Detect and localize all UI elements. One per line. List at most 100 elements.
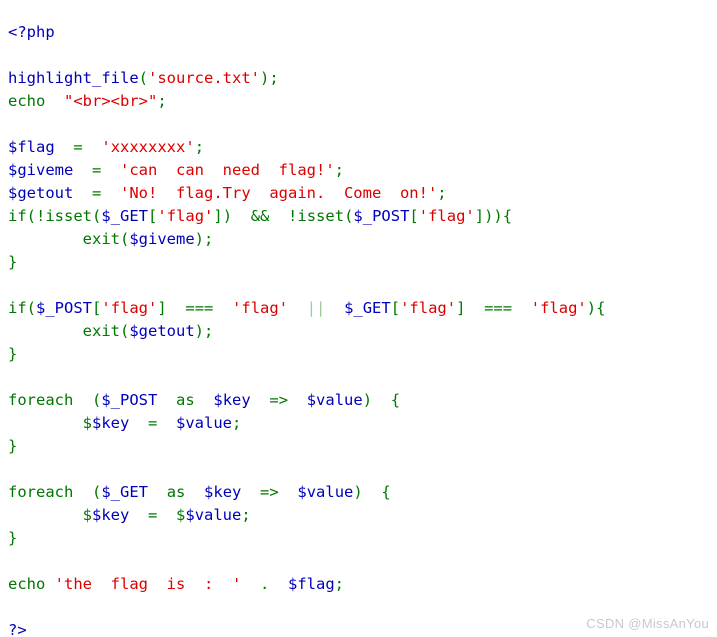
- code-token: (: [344, 206, 354, 225]
- code-token: if: [8, 298, 27, 317]
- code-token: exit: [82, 321, 120, 340]
- code-token: 'No! flag.Try again. Come on!': [120, 183, 438, 202]
- code-token: 'flag': [418, 206, 475, 225]
- code-token: isset: [45, 206, 93, 225]
- code-token: ?>: [8, 620, 27, 637]
- code-token: $value: [297, 482, 354, 501]
- code-token: $value: [306, 390, 363, 409]
- code-token: $_POST: [353, 206, 410, 225]
- code-token: $_GET: [101, 206, 149, 225]
- code-token: ;: [232, 413, 242, 432]
- code-token: 'flag': [157, 206, 214, 225]
- code-token: ;: [269, 68, 279, 87]
- code-token: 'flag': [400, 298, 457, 317]
- php-code-listing: <?php highlight_file('source.txt'); echo …: [8, 21, 605, 637]
- code-token: $getout: [129, 321, 195, 340]
- code-token: echo: [8, 574, 46, 593]
- code-token: );: [194, 229, 214, 248]
- code-line: highlight_file('source.txt');: [8, 67, 605, 90]
- code-token: $key: [213, 390, 251, 409]
- code-token: as: [166, 482, 186, 501]
- code-token: =: [92, 160, 102, 179]
- code-token: $key: [92, 413, 130, 432]
- code-token: =: [148, 413, 158, 432]
- code-token: [: [409, 206, 419, 225]
- code-token: foreach: [8, 482, 74, 501]
- code-line: if(!isset($_GET['flag']) && !isset($_POS…: [8, 205, 605, 228]
- code-line: exit($getout);: [8, 320, 605, 343]
- code-token: (: [92, 482, 102, 501]
- code-token: {: [381, 482, 391, 501]
- csdn-watermark: CSDN @MissAnYou: [586, 616, 709, 631]
- php-source-page: <?php highlight_file('source.txt'); echo …: [0, 0, 717, 637]
- code-token: (: [26, 298, 37, 317]
- code-line: if($_POST['flag'] === 'flag' || $_GET['f…: [8, 297, 605, 320]
- code-token: =>: [260, 482, 279, 501]
- code-token: 'flag': [101, 298, 158, 317]
- code-token: ]): [213, 206, 233, 225]
- code-token: highlight_file: [8, 68, 139, 87]
- code-token: foreach: [8, 390, 74, 409]
- code-line: $$key = $value;: [8, 412, 605, 435]
- code-token: $_GET: [344, 298, 391, 317]
- code-token: ;: [241, 505, 251, 524]
- code-token: {: [390, 390, 401, 409]
- code-token: $value: [185, 505, 242, 524]
- code-token: ||: [306, 298, 326, 317]
- code-line: $getout = 'No! flag.Try again. Come on!'…: [8, 182, 605, 205]
- code-token: ;: [194, 137, 205, 156]
- code-token: as: [176, 390, 195, 409]
- code-line: }: [8, 251, 605, 274]
- code-token: 'xxxxxxxx': [101, 137, 195, 156]
- code-token: 'source.txt': [148, 68, 260, 87]
- code-token: !: [269, 206, 298, 225]
- code-token: (: [119, 229, 130, 248]
- code-token: &&: [250, 206, 270, 225]
- code-token: =>: [269, 390, 289, 409]
- code-line: exit($giveme);: [8, 228, 605, 251]
- code-token: $: [82, 413, 92, 432]
- code-token: $key: [92, 505, 130, 524]
- code-token: (: [119, 321, 130, 340]
- code-line: ?>: [8, 619, 605, 637]
- code-line: $flag = 'xxxxxxxx';: [8, 136, 605, 159]
- code-token: ){: [586, 298, 606, 317]
- code-token: exit: [82, 229, 120, 248]
- code-token: ;: [157, 91, 167, 110]
- code-token: ]: [157, 298, 167, 317]
- code-token: ): [353, 482, 363, 501]
- code-token: [: [390, 298, 401, 317]
- code-token: $: [176, 505, 186, 524]
- code-line: }: [8, 343, 605, 366]
- code-token: =: [73, 137, 83, 156]
- code-line: echo 'the flag is : ' . $flag;: [8, 573, 605, 596]
- code-line: echo "<br><br>";: [8, 90, 605, 113]
